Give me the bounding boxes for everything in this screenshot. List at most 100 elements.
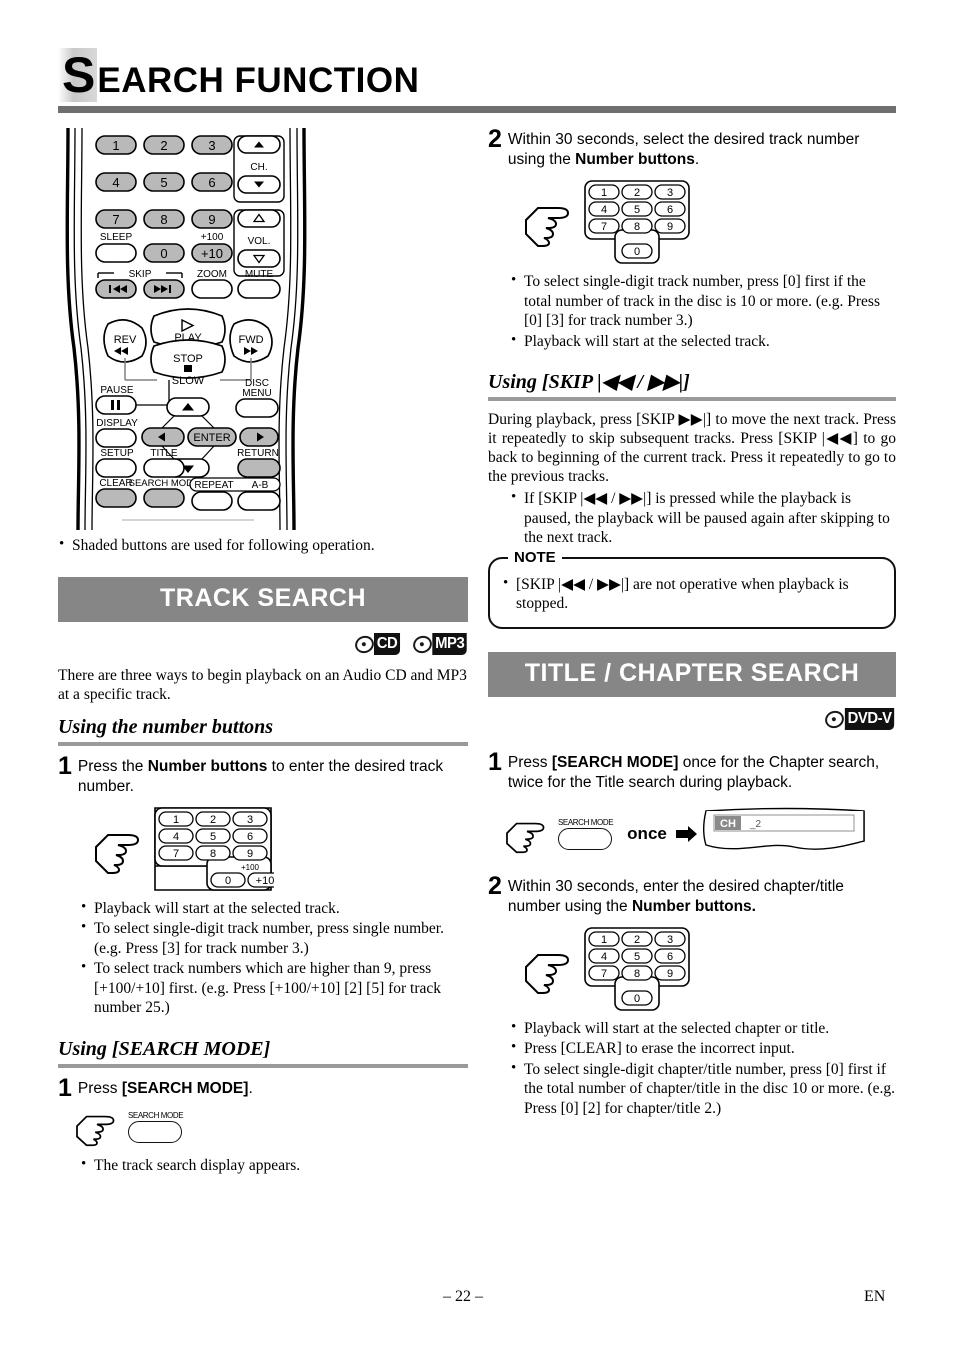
title-text: EARCH FUNCTION (97, 61, 420, 100)
svg-text:SLOW: SLOW (172, 375, 205, 387)
step-number: 1 (488, 747, 502, 776)
language-code: EN (864, 1288, 886, 1305)
svg-text:6: 6 (247, 831, 253, 843)
svg-text:0: 0 (634, 993, 640, 1005)
step-text: Press [SEARCH MODE] once for the Chapter… (508, 751, 896, 793)
svg-text:MUTE: MUTE (245, 269, 274, 280)
svg-text:SETUP: SETUP (100, 448, 134, 459)
list-item: Playback will start at the selected trac… (80, 898, 468, 919)
page-number: – 22 – (443, 1288, 483, 1305)
title-drop-cap: S (58, 48, 98, 102)
track-search-banner: TRACK SEARCH (58, 576, 468, 622)
manual-page: S EARCH FUNCTION 1 2 3 CH. 4 5 6 7 8 9 V… (0, 0, 954, 1348)
tv-screen-svg: CH _2 (702, 807, 865, 850)
step-2-track-search: 2 Within 30 seconds, select the desired … (488, 125, 896, 170)
svg-text:4: 4 (601, 204, 607, 216)
step-text-bold: [SEARCH MODE] (121, 1079, 249, 1097)
remote-number-row-4: SLEEP 0 +100 +10 (95, 232, 233, 263)
remote-caption-list: Shaded buttons are used for following op… (58, 535, 468, 556)
svg-text:1: 1 (601, 934, 607, 946)
arrow-right-icon (675, 825, 697, 842)
title-chapter-search-logos: DVD-V (488, 708, 896, 731)
svg-text:REV: REV (114, 334, 137, 346)
svg-text:STOP: STOP (173, 353, 203, 365)
list-item: [SKIP |◀◀ / ▶▶|] are not operative when … (502, 574, 882, 614)
remote-transport-cluster: PLAY REV FWD STOP SLOW (103, 308, 273, 387)
step-text: Within 30 seconds, enter the desired cha… (508, 875, 896, 917)
step-text: Press [SEARCH MODE]. (78, 1077, 253, 1099)
svg-text:6: 6 (208, 175, 215, 190)
list-item: Playback will start at the selected chap… (510, 1018, 896, 1039)
skip-body-text: During playback, press [SKIP ▶▶|] to mov… (488, 411, 896, 485)
keypad-diagram: 1 2 3 4 5 6 7 8 9 +100 0 +10 (154, 806, 274, 891)
subheading-number-buttons: Using the number buttons (58, 715, 274, 738)
remote-number-row-3: 7 8 9 (95, 209, 233, 229)
step-text-bold: Number buttons (575, 151, 695, 168)
svg-text:8: 8 (634, 221, 640, 233)
list-item: Press [CLEAR] to erase the incorrect inp… (510, 1038, 896, 1059)
search-mode-button-figure-2: SEARCH MODE once CH _2 (502, 805, 896, 863)
step-1-search-mode: 1 Press [SEARCH MODE]. (58, 1075, 468, 1100)
svg-text:0: 0 (634, 246, 640, 258)
dvd-v-logo: DVD-V (825, 708, 896, 731)
search-mode-button[interactable]: SEARCH MODE (128, 1110, 184, 1143)
title-divider (58, 106, 896, 113)
pointing-hand-icon (95, 833, 140, 874)
pointing-hand-icon (525, 953, 570, 994)
svg-text:7: 7 (112, 212, 119, 227)
note-title: NOTE (508, 548, 562, 566)
step-text-part-c: . (694, 151, 700, 168)
svg-text:SKIP: SKIP (129, 269, 152, 280)
remote-clear-row: CLEAR SEARCH MODE REPEAT A-B (95, 477, 281, 521)
disc-icon (410, 633, 434, 655)
mp3-logo: MP3 (413, 633, 468, 656)
svg-text:2: 2 (210, 814, 216, 826)
svg-text:4: 4 (112, 175, 119, 190)
search-mode-button-pill[interactable] (558, 827, 612, 850)
subheading-search-mode: Using [SEARCH MODE] (58, 1037, 271, 1060)
svg-text:1: 1 (601, 187, 607, 199)
step-number: 2 (488, 871, 502, 900)
once-label: once (627, 823, 667, 843)
step-number: 2 (488, 125, 502, 153)
svg-text:3: 3 (667, 934, 673, 946)
svg-text:8: 8 (210, 848, 216, 860)
remote-caption: Shaded buttons are used for following op… (58, 535, 468, 556)
svg-text:0: 0 (160, 246, 167, 261)
track-search-intro: There are three ways to begin playback o… (58, 666, 467, 703)
remote-volume-rocker: VOL. (233, 209, 285, 277)
page-title: S EARCH FUNCTION (58, 48, 896, 113)
svg-text:1: 1 (173, 814, 179, 826)
svg-text:1: 1 (112, 138, 119, 153)
keypad-figure-2: 1 2 3 4 5 6 7 8 9 0 (522, 178, 896, 266)
search-mode-button-caption: SEARCH MODE (128, 1110, 184, 1120)
svg-text:FWD: FWD (238, 334, 263, 346)
svg-text:4: 4 (173, 831, 179, 843)
step-1-number-buttons: 1 Press the Number buttons to enter the … (58, 753, 468, 797)
svg-text:+100: +100 (241, 863, 260, 872)
search-mode-button-pill[interactable] (128, 1120, 182, 1143)
svg-text:2: 2 (634, 934, 640, 946)
note-bullets: [SKIP |◀◀ / ▶▶|] are not operative when … (502, 574, 882, 614)
tv-badge-text: CH (720, 818, 736, 830)
search-mode-button[interactable]: SEARCH MODE (558, 818, 614, 850)
svg-text:REPEAT: REPEAT (194, 480, 233, 491)
step-2-title-chapter: 2 Within 30 seconds, enter the desired c… (488, 871, 896, 917)
step-text-bold: Number buttons. (631, 897, 756, 915)
svg-text:3: 3 (667, 187, 673, 199)
pointing-hand-icon (525, 207, 570, 247)
svg-text:7: 7 (601, 968, 607, 980)
svg-text:9: 9 (667, 221, 673, 233)
svg-text:4: 4 (601, 951, 607, 963)
list-item: To select track numbers which are higher… (80, 958, 468, 1018)
tv-value-text: _2 (749, 819, 762, 830)
search-mode-button-figure-1: SEARCH MODE (72, 1107, 468, 1147)
tv-display-figure: CH _2 (698, 805, 870, 863)
svg-text:8: 8 (160, 212, 167, 227)
svg-text:SEARCH MODE: SEARCH MODE (129, 478, 200, 489)
note-box: NOTE [SKIP |◀◀ / ▶▶|] are not operative … (488, 548, 896, 629)
subheading-skip: Using [SKIP |◀◀ / ▶▶|] (488, 371, 690, 393)
svg-text:7: 7 (173, 848, 179, 860)
remote-control-diagram: 1 2 3 CH. 4 5 6 7 8 9 VOL. SLEEP 0 +100 … (62, 128, 310, 530)
mp3-logo-label: MP3 (431, 633, 467, 655)
